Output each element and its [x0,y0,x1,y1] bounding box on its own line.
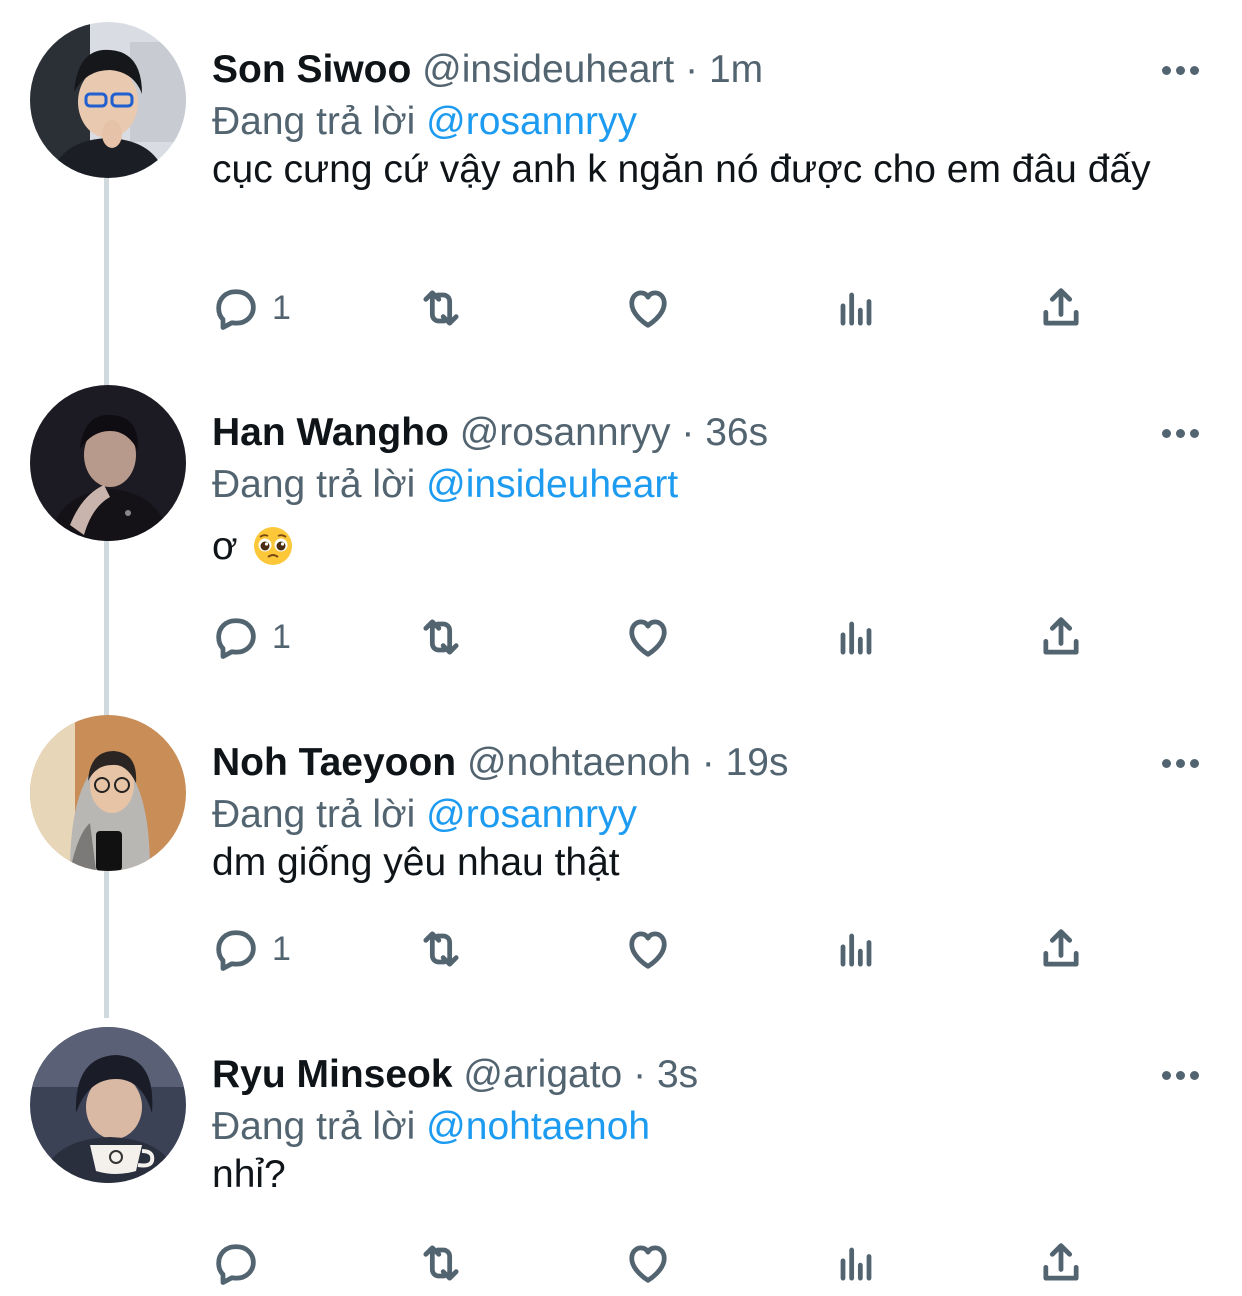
tweet-header: Ryu Minseok @arigato · 3s [212,1049,698,1101]
replying-to-label: Đang trả lời [212,1105,416,1148]
replying-to: Đang trả lời @rosannryy [212,789,637,841]
reply-icon [216,618,256,659]
retweet-button[interactable] [415,919,467,979]
separator-dot: · [633,1053,647,1096]
share-icon [1043,1243,1079,1281]
avatar[interactable] [30,22,186,178]
analytics-button[interactable] [830,1233,882,1293]
reply-button[interactable]: 1 [210,278,291,338]
user-handle[interactable]: @insideuheart [422,48,674,91]
reply-count: 1 [272,929,291,968]
replying-to-label: Đang trả lời [212,100,416,143]
retweet-icon [423,931,459,967]
user-handle[interactable]: @arigato [463,1053,622,1096]
tweet-actions: 1 [210,607,1110,667]
timestamp[interactable]: 3s [657,1053,698,1096]
separator-dot: · [701,741,715,784]
timestamp[interactable]: 1m [709,48,763,91]
retweet-icon [423,1245,459,1281]
timestamp[interactable]: 36s [705,411,768,454]
replying-to: Đang trả lời @nohtaenoh [212,1101,650,1153]
separator-dot: · [685,48,699,91]
share-icon [1043,288,1079,326]
analytics-icon [840,292,872,326]
avatar[interactable] [30,385,186,541]
share-icon [1043,617,1079,655]
mention-link[interactable]: @rosannryy [426,100,637,143]
analytics-button[interactable] [830,607,882,667]
like-button[interactable] [622,278,674,338]
reply-count: 1 [272,617,291,656]
replying-to: Đang trả lời @rosannryy [212,96,637,148]
reply-icon [216,930,256,971]
timestamp[interactable]: 19s [726,741,789,784]
tweet-text: nhỉ? [212,1153,286,1196]
tweet-text: cục cưng cứ vậy anh k ngăn nó được cho e… [212,148,1151,191]
thread-connector-line [104,170,109,1018]
retweet-icon [423,290,459,326]
tweet-body: ơ [212,521,1202,573]
share-button[interactable] [1035,919,1087,979]
user-handle[interactable]: @nohtaenoh [467,741,691,784]
display-name[interactable]: Son Siwoo [212,48,411,91]
pleading-face-emoji [254,527,293,565]
share-icon [1043,929,1079,967]
reply-button[interactable] [210,1233,272,1293]
retweet-icon [423,619,459,655]
display-name[interactable]: Han Wangho [212,411,449,454]
tweet-actions: 1 [210,919,1110,979]
tweet-text: ơ [212,525,238,568]
reply-button[interactable]: 1 [210,607,291,667]
share-button[interactable] [1035,607,1087,667]
like-icon [629,1245,667,1283]
like-button[interactable] [622,1233,674,1293]
avatar[interactable] [30,1027,186,1183]
more-options-icon[interactable] [1154,1049,1206,1101]
share-button[interactable] [1035,278,1087,338]
display-name[interactable]: Noh Taeyoon [212,741,456,784]
analytics-button[interactable] [830,919,882,979]
replying-to-label: Đang trả lời [212,793,416,836]
like-icon [629,931,667,969]
separator-dot: · [681,411,695,454]
retweet-button[interactable] [415,278,467,338]
tweet-header: Han Wangho @rosannryy · 36s [212,407,768,459]
tweet-text: dm giống yêu nhau thật [212,841,620,884]
reply-button[interactable]: 1 [210,919,291,979]
more-options-icon[interactable] [1154,407,1206,459]
analytics-button[interactable] [830,278,882,338]
more-options-icon[interactable] [1154,44,1206,96]
like-button[interactable] [622,607,674,667]
replying-to: Đang trả lời @insideuheart [212,459,678,511]
mention-link[interactable]: @nohtaenoh [426,1105,650,1148]
avatar[interactable] [30,715,186,871]
more-options-icon[interactable] [1154,737,1206,789]
tweet-header: Noh Taeyoon @nohtaenoh · 19s [212,737,789,789]
mention-link[interactable]: @insideuheart [426,463,678,506]
mention-link[interactable]: @rosannryy [426,793,637,836]
share-button[interactable] [1035,1233,1087,1293]
reply-icon [216,289,256,330]
like-icon [629,290,667,328]
tweet-actions [210,1233,1110,1293]
user-handle[interactable]: @rosannryy [460,411,671,454]
display-name[interactable]: Ryu Minseok [212,1053,453,1096]
reply-count: 1 [272,288,291,327]
like-icon [629,619,667,657]
analytics-icon [840,621,872,655]
replying-to-label: Đang trả lời [212,463,416,506]
retweet-button[interactable] [415,1233,467,1293]
reply-icon [216,1244,256,1285]
tweet-header: Son Siwoo @insideuheart · 1m [212,44,763,96]
retweet-button[interactable] [415,607,467,667]
like-button[interactable] [622,919,674,979]
analytics-icon [840,933,872,967]
tweet-actions: 1 [210,278,1110,338]
analytics-icon [840,1247,872,1281]
